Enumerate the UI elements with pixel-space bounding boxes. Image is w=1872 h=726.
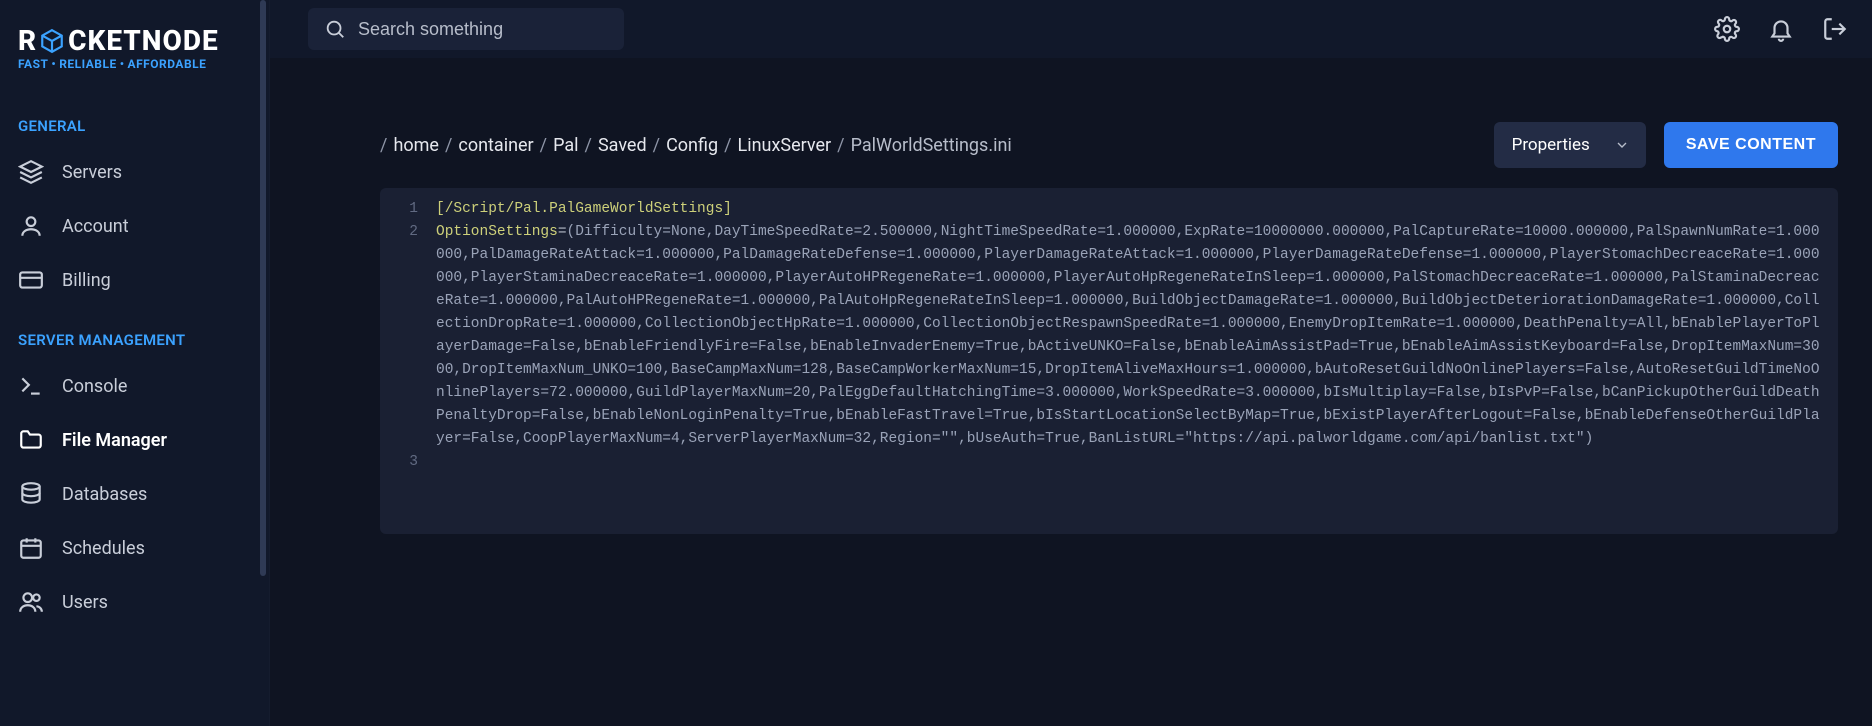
breadcrumb-seg-file: PalWorldSettings.ini [851,135,1012,156]
line-number: 2 [380,221,436,451]
brand-tagline: FAST•RELIABLE•AFFORDABLE [18,57,251,71]
chevron-down-icon [1614,137,1630,153]
save-content-button[interactable]: SAVE CONTENT [1664,122,1838,168]
sidebar-item-label: Servers [62,162,122,183]
gear-icon [1714,16,1740,42]
sidebar-item-schedules[interactable]: Schedules [0,521,269,575]
code-line: [/Script/Pal.PalGameWorldSettings] [436,198,1838,221]
section-server-mgmt-title: SERVER MANAGEMENT [0,307,269,359]
sidebar-item-billing[interactable]: Billing [0,253,269,307]
sidebar-item-file-manager[interactable]: File Manager [0,413,269,467]
folder-icon [18,427,44,453]
breadcrumb-sep: / [380,135,387,156]
credit-card-icon [18,267,44,293]
line-number: 1 [380,198,436,221]
main: / home / container / Pal / Saved / Confi… [270,0,1872,726]
sidebar-scrollbar[interactable] [260,0,266,726]
code-editor[interactable]: 1 [/Script/Pal.PalGameWorldSettings] 2 O… [380,188,1838,534]
search-input[interactable] [358,19,608,40]
sidebar-item-users[interactable]: Users [0,575,269,629]
brand-post: CKETNODE [68,24,219,57]
sidebar-item-databases[interactable]: Databases [0,467,269,521]
code-line: OptionSettings=(Difficulty=None,DayTimeS… [436,221,1838,451]
logo: R CKETNODE FAST•RELIABLE•AFFORDABLE [0,18,269,93]
topbar [270,0,1872,58]
breadcrumb-seg-home[interactable]: home [393,135,439,156]
settings-button[interactable] [1714,16,1740,42]
sidebar-item-label: Databases [62,484,147,505]
layers-icon [18,159,44,185]
code-line [436,451,1838,474]
terminal-icon [18,373,44,399]
user-icon [18,213,44,239]
sidebar-item-label: Users [62,592,108,613]
breadcrumb-seg-config[interactable]: Config [666,135,718,156]
dropdown-selected: Properties [1512,135,1590,155]
notifications-button[interactable] [1768,16,1794,42]
syntax-dropdown[interactable]: Properties [1494,122,1646,168]
brand-name: R CKETNODE [18,24,251,57]
users-icon [18,589,44,615]
breadcrumb-seg-linuxserver[interactable]: LinuxServer [738,135,832,156]
breadcrumb-seg-pal[interactable]: Pal [553,135,578,156]
line-number: 3 [380,451,436,474]
bell-icon [1768,16,1794,42]
sidebar-item-label: Billing [62,270,111,291]
logout-button[interactable] [1822,16,1848,42]
logout-icon [1822,16,1848,42]
sidebar-item-label: Schedules [62,538,145,559]
search-icon [324,18,346,40]
sidebar-item-label: Console [62,376,127,397]
sidebar-item-account[interactable]: Account [0,199,269,253]
search-box[interactable] [308,8,624,50]
breadcrumb-seg-saved[interactable]: Saved [598,135,647,156]
database-icon [18,481,44,507]
sidebar-item-console[interactable]: Console [0,359,269,413]
sidebar-item-label: Account [62,216,129,237]
breadcrumb: / home / container / Pal / Saved / Confi… [380,135,1012,156]
brand-pre: R [18,24,37,57]
sidebar: R CKETNODE FAST•RELIABLE•AFFORDABLE GENE… [0,0,270,726]
sidebar-item-servers[interactable]: Servers [0,145,269,199]
calendar-icon [18,535,44,561]
breadcrumb-seg-container[interactable]: container [458,135,533,156]
sidebar-item-label: File Manager [62,430,167,451]
cube-icon [39,28,65,54]
section-general-title: GENERAL [0,93,269,145]
